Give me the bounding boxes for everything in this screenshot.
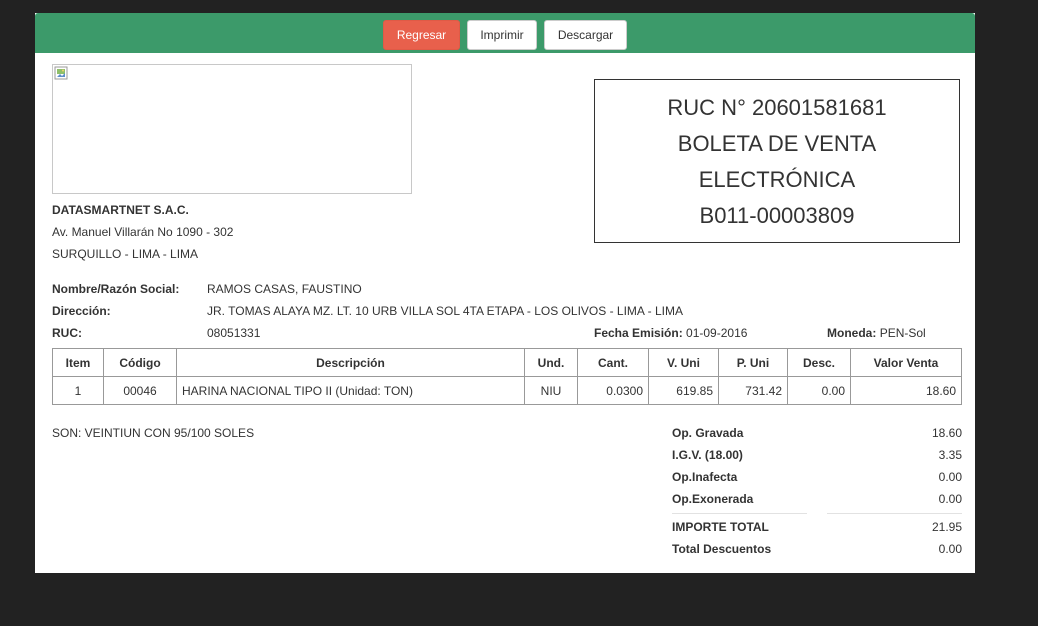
total-label: Total Descuentos	[672, 542, 772, 556]
cell-unit: NIU	[524, 376, 578, 405]
total-value: 0.00	[938, 492, 962, 506]
table-row: 1 00046 HARINA NACIONAL TIPO II (Unidad:…	[52, 376, 962, 405]
total-label: Op.Exonerada	[672, 492, 754, 506]
cell-unit-price: 731.42	[718, 376, 788, 405]
print-button[interactable]: Imprimir	[467, 20, 537, 50]
col-header-unit: Und.	[524, 348, 578, 377]
totals-divider-left	[672, 513, 807, 514]
issue-date-label: Fecha Emisión:	[594, 326, 683, 340]
client-name-label-cell: Nombre/Razón Social:	[52, 279, 179, 299]
back-button[interactable]: Regresar	[383, 20, 460, 50]
currency: Moneda: PEN-Sol	[827, 323, 926, 343]
col-header-code: Código	[103, 348, 177, 377]
cell-item: 1	[52, 376, 104, 405]
document-type-line2: ELECTRÓNICA	[698, 167, 856, 192]
client-address-label-cell: Dirección:	[52, 301, 111, 321]
col-header-quantity: Cant.	[577, 348, 649, 377]
company-address: Av. Manuel Villarán No 1090 - 302	[52, 225, 234, 239]
total-label: I.G.V. (18.00)	[672, 448, 743, 462]
total-value: 3.35	[938, 448, 962, 462]
company-info: DATASMARTNET S.A.C. Av. Manuel Villarán …	[52, 199, 233, 265]
client-ruc: 08051331	[207, 326, 261, 340]
cell-description: HARINA NACIONAL TIPO II (Unidad: TON)	[176, 376, 525, 405]
company-name: DATASMARTNET S.A.C.	[52, 203, 189, 217]
toolbar: Regresar Imprimir Descargar	[35, 13, 975, 53]
col-header-description: Descripción	[176, 348, 525, 377]
table-header-row: Item Código Descripción Und. Cant. V. Un…	[52, 348, 962, 377]
issue-date: Fecha Emisión: 01-09-2016	[594, 323, 747, 343]
document-ruc: RUC N° 20601581681	[667, 95, 887, 120]
document-type-line1: BOLETA DE VENTA	[677, 131, 877, 156]
download-button[interactable]: Descargar	[544, 20, 627, 50]
client-address-label: Dirección:	[52, 304, 111, 318]
client-name-label: Nombre/Razón Social:	[52, 282, 180, 296]
company-logo	[52, 64, 412, 194]
col-header-discount: Desc.	[787, 348, 851, 377]
invoice-sheet: Regresar Imprimir Descargar DATASMARTNET…	[35, 13, 975, 573]
cell-sale-value: 18.60	[850, 376, 962, 405]
total-label: Op.Inafecta	[672, 470, 738, 484]
document-number: B011-00003809	[699, 203, 855, 228]
total-label: IMPORTE TOTAL	[672, 520, 769, 534]
client-ruc-label-cell: RUC:	[52, 323, 82, 343]
document-header-box: RUC N° 20601581681 BOLETA DE VENTA ELECT…	[594, 79, 960, 243]
amount-in-words: SON: VEINTIUN CON 95/100 SOLES	[52, 426, 255, 440]
total-label: Op. Gravada	[672, 426, 744, 440]
cell-code: 00046	[103, 376, 177, 405]
total-value: 18.60	[931, 426, 962, 440]
client-address: JR. TOMAS ALAYA MZ. LT. 10 URB VILLA SOL…	[207, 304, 683, 318]
currency-value: PEN-Sol	[879, 326, 926, 340]
total-row-descuentos: Total Descuentos 0.00	[672, 538, 962, 560]
cell-quantity: 0.0300	[577, 376, 649, 405]
col-header-unit-value: V. Uni	[648, 348, 719, 377]
cell-discount: 0.00	[787, 376, 851, 405]
total-value: 21.95	[931, 520, 962, 534]
total-row-inafecta: Op.Inafecta 0.00	[672, 466, 962, 488]
client-name: RAMOS CASAS, FAUSTINO	[207, 282, 362, 296]
issue-date-value: 01-09-2016	[686, 326, 748, 340]
total-row-exonerada: Op.Exonerada 0.00	[672, 488, 962, 510]
client-ruc-label: RUC:	[52, 326, 82, 340]
col-header-unit-price: P. Uni	[718, 348, 788, 377]
col-header-sale-value: Valor Venta	[850, 348, 962, 377]
company-district: SURQUILLO - LIMA - LIMA	[52, 247, 199, 261]
total-value: 0.00	[938, 542, 962, 556]
total-row-igv: I.G.V. (18.00) 3.35	[672, 444, 962, 466]
cell-unit-value: 619.85	[648, 376, 719, 405]
col-header-item: Item	[52, 348, 104, 377]
totals-divider-right	[827, 513, 962, 514]
broken-image-icon	[54, 66, 68, 80]
total-row-importe: IMPORTE TOTAL 21.95	[672, 516, 962, 538]
total-value: 0.00	[938, 470, 962, 484]
currency-label: Moneda:	[827, 326, 877, 340]
items-table: Item Código Descripción Und. Cant. V. Un…	[52, 348, 962, 405]
total-row-gravada: Op. Gravada 18.60	[672, 422, 962, 444]
